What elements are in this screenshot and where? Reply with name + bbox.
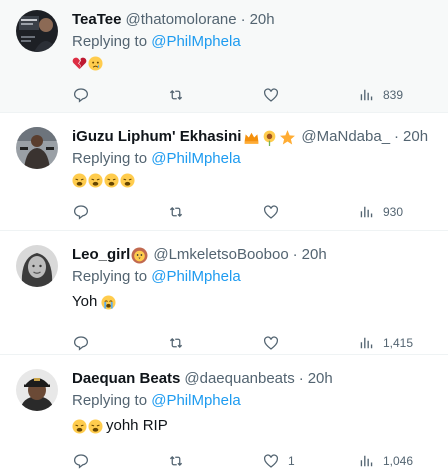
view-count: 930	[383, 205, 404, 219]
action-bar: 930	[72, 194, 436, 230]
crown-icon	[245, 132, 259, 144]
like-button[interactable]	[262, 86, 357, 104]
weary-face-icon	[72, 173, 87, 188]
weary-face-icon	[120, 173, 135, 188]
like-button[interactable]	[262, 334, 357, 352]
view-count: 839	[383, 88, 404, 102]
broken-heart-icon	[72, 57, 87, 70]
views-icon	[360, 89, 373, 101]
reply-button[interactable]	[72, 203, 167, 221]
retweet-button[interactable]	[167, 203, 262, 221]
avatar[interactable]	[16, 245, 58, 287]
views-button[interactable]: 930	[357, 203, 403, 221]
views-icon	[360, 337, 373, 349]
comment-icon	[73, 88, 89, 103]
weary-face-icon	[88, 173, 103, 188]
retweet-icon	[169, 89, 183, 101]
replying-to-label: Replying to	[72, 392, 148, 409]
author-handle[interactable]: @LmkeletsoBooboo	[153, 245, 288, 265]
views-button[interactable]: 1,046	[357, 452, 413, 470]
lion-icon	[131, 247, 148, 263]
sunflower-icon	[264, 130, 276, 146]
tweet-text: Yoh	[72, 291, 436, 313]
retweet-button[interactable]	[167, 452, 262, 470]
reply-button[interactable]	[72, 334, 167, 352]
like-count: 1	[288, 454, 295, 468]
reply-button[interactable]	[72, 452, 167, 470]
retweet-button[interactable]	[167, 334, 262, 352]
separator-dot: ·	[298, 370, 304, 387]
view-count: 1,415	[383, 336, 414, 350]
tweet-text	[72, 56, 436, 71]
replying-to-label: Replying to	[72, 150, 148, 167]
reply-tweet[interactable]: TeaTee @thatomolorane · 20h Replying to …	[0, 0, 448, 113]
replying-to: Replying to @PhilMphela	[72, 391, 436, 411]
separator-dot: ·	[292, 246, 298, 263]
mention-link[interactable]: @PhilMphela	[151, 33, 240, 50]
tweet-text-content: yohh RIP	[106, 417, 168, 434]
mention-link[interactable]: @PhilMphela	[151, 392, 240, 409]
weary-face-icon	[88, 418, 103, 434]
heart-icon	[263, 454, 279, 468]
reply-tweet[interactable]: Daequan Beats @daequanbeats · 20h Replyi…	[0, 355, 448, 475]
timestamp[interactable]: 20h	[302, 245, 327, 265]
like-button[interactable]	[262, 203, 357, 221]
author-handle[interactable]: @daequanbeats	[184, 369, 294, 389]
separator-dot: ·	[394, 128, 400, 145]
weary-face-icon	[72, 418, 87, 434]
timestamp[interactable]: 20h	[403, 127, 428, 147]
comment-icon	[73, 454, 89, 469]
heart-icon	[263, 88, 279, 102]
loudly-crying-face-icon	[101, 294, 116, 310]
author-name[interactable]: Leo_girl	[72, 245, 130, 265]
retweet-button[interactable]	[167, 86, 262, 104]
avatar[interactable]	[16, 127, 58, 169]
author-handle[interactable]: @MaNdaba_	[301, 127, 390, 147]
retweet-icon	[169, 337, 183, 349]
action-bar: 839	[72, 77, 436, 113]
views-button[interactable]: 1,415	[357, 334, 413, 352]
crying-face-icon	[88, 56, 103, 71]
author-name[interactable]: Daequan Beats	[72, 369, 180, 389]
like-button[interactable]: 1	[262, 452, 357, 470]
star-icon	[280, 129, 296, 145]
heart-icon	[263, 205, 279, 219]
replying-to-label: Replying to	[72, 33, 148, 50]
mention-link[interactable]: @PhilMphela	[151, 150, 240, 167]
replying-to: Replying to @PhilMphela	[72, 267, 436, 287]
separator-dot: ·	[240, 11, 246, 28]
reply-tweet[interactable]: Leo_girl @LmkeletsoBooboo · 20h Replying…	[0, 231, 448, 355]
retweet-icon	[169, 206, 183, 218]
reply-button[interactable]	[72, 86, 167, 104]
replying-to: Replying to @PhilMphela	[72, 149, 436, 169]
views-icon	[360, 455, 373, 467]
tweet-text	[72, 173, 436, 188]
view-count: 1,046	[383, 454, 414, 468]
replying-to-label: Replying to	[72, 268, 148, 285]
timestamp[interactable]: 20h	[308, 369, 333, 389]
comment-icon	[73, 205, 89, 220]
retweet-icon	[169, 455, 183, 467]
timestamp[interactable]: 20h	[250, 10, 275, 30]
avatar[interactable]	[16, 369, 58, 411]
mention-link[interactable]: @PhilMphela	[151, 268, 240, 285]
author-name[interactable]: TeaTee	[72, 10, 121, 30]
views-icon	[360, 206, 373, 218]
replying-to: Replying to @PhilMphela	[72, 32, 436, 52]
author-handle[interactable]: @thatomolorane	[125, 10, 236, 30]
tweet-text: yohh RIP	[72, 415, 436, 437]
heart-icon	[263, 336, 279, 350]
comment-icon	[73, 336, 89, 351]
author-name[interactable]: iGuzu Liphum' Ekhasini	[72, 127, 241, 147]
tweet-text-content: Yoh	[72, 293, 98, 310]
avatar[interactable]	[16, 10, 58, 52]
reply-tweet[interactable]: iGuzu Liphum' Ekhasini @MaNdaba_ · 20h R…	[0, 113, 448, 231]
weary-face-icon	[104, 173, 119, 188]
action-bar: 1 1,046	[72, 443, 436, 475]
views-button[interactable]: 839	[357, 86, 403, 104]
